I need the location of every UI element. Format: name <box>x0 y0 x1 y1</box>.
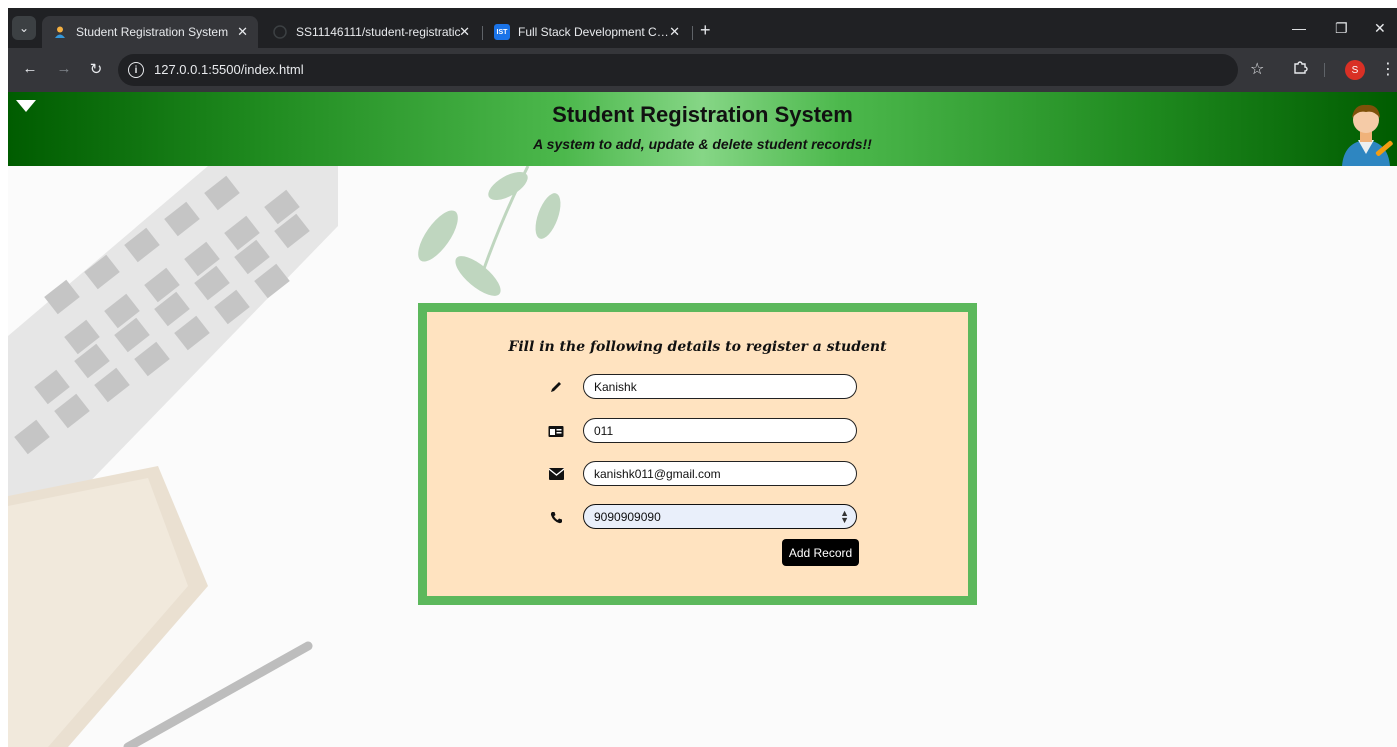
id-card-icon <box>547 422 565 440</box>
student-avatar-icon <box>1342 104 1393 166</box>
site-subtitle: A system to add, update & delete student… <box>533 136 872 152</box>
registration-form: Fill in the following details to registe… <box>418 303 977 605</box>
browser-chrome: ⌄ Student Registration System ✕ SS111461… <box>8 8 1397 92</box>
restore-icon[interactable]: ❐ <box>1335 20 1348 37</box>
tab-separator <box>692 26 693 40</box>
ist-favicon-icon: IST <box>494 24 510 40</box>
tab-title: SS11146111/student-registratic <box>296 25 461 39</box>
tab-title: Full Stack Development Course <box>518 25 673 39</box>
reload-icon[interactable]: ↻ <box>86 60 106 78</box>
number-spinner-icon[interactable]: ▲ ▼ <box>840 509 849 525</box>
minimize-icon[interactable]: — <box>1292 20 1306 36</box>
web-page: Student Registration System A system to … <box>8 92 1397 747</box>
phone-field-row: ▲▼ <box>547 504 867 530</box>
github-favicon-icon <box>272 24 288 40</box>
toolbar-separator <box>1324 63 1325 77</box>
tab-github-repo[interactable]: SS11146111/student-registratic ✕ <box>262 16 480 48</box>
id-field-row <box>547 418 867 444</box>
new-tab-icon[interactable]: + <box>700 21 711 39</box>
site-title: Student Registration System <box>552 102 853 127</box>
add-record-button[interactable]: Add Record <box>782 539 859 566</box>
site-info-icon[interactable]: i <box>128 62 144 78</box>
name-field-row <box>547 374 867 400</box>
pencil-icon <box>547 378 565 396</box>
extensions-icon[interactable] <box>1292 59 1308 80</box>
envelope-icon <box>547 465 565 483</box>
form-heading: Fill in the following details to registe… <box>508 339 887 355</box>
forward-icon[interactable]: → <box>54 60 74 77</box>
phone-icon <box>547 508 565 526</box>
tab-student-registration[interactable]: Student Registration System ✕ <box>42 16 258 48</box>
student-favicon-icon <box>52 24 68 40</box>
close-window-icon[interactable]: ✕ <box>1374 20 1386 37</box>
tab-search-button[interactable]: ⌄ <box>12 16 36 40</box>
back-icon[interactable]: ← <box>20 60 40 77</box>
browser-toolbar: ← → ↻ i 127.0.0.1:5500/index.html ☆ S ⋮ <box>8 48 1397 92</box>
tab-bar: ⌄ Student Registration System ✕ SS111461… <box>8 8 1397 48</box>
email-input[interactable] <box>583 461 857 486</box>
tab-full-stack-course[interactable]: IST Full Stack Development Course ✕ <box>484 16 690 48</box>
tab-separator <box>482 26 483 40</box>
student-id-input[interactable] <box>583 418 857 443</box>
tab-title: Student Registration System <box>76 25 229 39</box>
address-bar[interactable]: i 127.0.0.1:5500/index.html <box>118 54 1238 86</box>
name-input[interactable] <box>583 374 857 399</box>
email-field-row <box>547 461 867 487</box>
bookmark-star-icon[interactable]: ☆ <box>1250 59 1264 79</box>
phone-number-input[interactable] <box>583 504 857 529</box>
close-tab-icon[interactable]: ✕ <box>237 24 248 40</box>
site-header: Student Registration System A system to … <box>8 92 1397 166</box>
profile-avatar[interactable]: S <box>1345 60 1365 80</box>
close-tab-icon[interactable]: ✕ <box>669 24 680 40</box>
more-menu-icon[interactable]: ⋮ <box>1380 59 1396 79</box>
url-text: 127.0.0.1:5500/index.html <box>154 62 304 77</box>
close-tab-icon[interactable]: ✕ <box>459 24 470 40</box>
